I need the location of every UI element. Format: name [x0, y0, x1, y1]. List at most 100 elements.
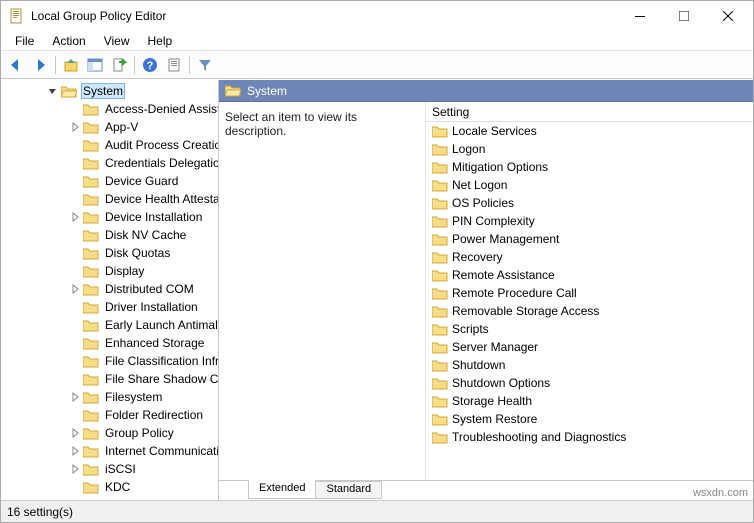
- folder-icon: [83, 481, 99, 494]
- help-button[interactable]: ?: [139, 54, 161, 76]
- folder-icon: [83, 157, 99, 170]
- tab-extended[interactable]: Extended: [248, 480, 316, 499]
- tree-node[interactable]: Device Installation: [1, 208, 219, 226]
- folder-icon: [432, 323, 448, 336]
- list-item-label: Recovery: [452, 250, 503, 264]
- list-item[interactable]: Server Manager: [426, 338, 753, 356]
- list-item[interactable]: Locale Services: [426, 122, 753, 140]
- tree-pane[interactable]: System Access-Denied AssistanceApp-VAudi…: [1, 80, 219, 500]
- tree-node[interactable]: Group Policy: [1, 424, 219, 442]
- list-item[interactable]: Removable Storage Access: [426, 302, 753, 320]
- list-item[interactable]: Shutdown Options: [426, 374, 753, 392]
- twisty-collapsed-icon[interactable]: [69, 211, 81, 223]
- twisty-collapsed-icon[interactable]: [69, 445, 81, 457]
- tree-node[interactable]: Display: [1, 262, 219, 280]
- tree-node[interactable]: Filesystem: [1, 388, 219, 406]
- description-text: Select an item to view its description.: [225, 110, 357, 138]
- tree-node-label: Enhanced Storage: [103, 335, 206, 351]
- tree-node[interactable]: Enhanced Storage: [1, 334, 219, 352]
- tree-node[interactable]: Driver Installation: [1, 298, 219, 316]
- tab-standard[interactable]: Standard: [315, 481, 382, 499]
- properties-button[interactable]: [163, 54, 185, 76]
- folder-icon: [83, 463, 99, 476]
- folder-icon: [432, 179, 448, 192]
- twisty-expanded-icon[interactable]: [47, 85, 59, 97]
- up-button[interactable]: [60, 54, 82, 76]
- tree-node-label: Early Launch Antimalware: [103, 317, 219, 333]
- tree-node[interactable]: Distributed COM: [1, 280, 219, 298]
- folder-open-icon: [61, 85, 77, 98]
- tree-node[interactable]: Early Launch Antimalware: [1, 316, 219, 334]
- list-item-label: Scripts: [452, 322, 489, 336]
- folder-icon: [432, 197, 448, 210]
- list-item[interactable]: Remote Procedure Call: [426, 284, 753, 302]
- tree-node[interactable]: Access-Denied Assistance: [1, 100, 219, 118]
- tree-node[interactable]: Device Health Attestation: [1, 190, 219, 208]
- menu-help[interactable]: Help: [140, 32, 181, 50]
- folder-icon: [432, 395, 448, 408]
- folder-icon: [432, 269, 448, 282]
- list-item[interactable]: PIN Complexity: [426, 212, 753, 230]
- show-hide-tree-button[interactable]: [84, 54, 106, 76]
- main-area: System Access-Denied AssistanceApp-VAudi…: [1, 79, 753, 500]
- list-item[interactable]: System Restore: [426, 410, 753, 428]
- tree-node-label: Audit Process Creation: [103, 137, 219, 153]
- tree-node[interactable]: File Share Shadow Copy: [1, 370, 219, 388]
- list-header[interactable]: Setting: [426, 102, 753, 122]
- list-scroll[interactable]: Locale Services Logon Mitigation OptionsNe…: [426, 122, 753, 480]
- export-button[interactable]: [108, 54, 130, 76]
- tree-node-label: Device Installation: [103, 209, 204, 225]
- menu-action[interactable]: Action: [44, 32, 93, 50]
- folder-icon: [83, 247, 99, 260]
- menu-file[interactable]: File: [7, 32, 42, 50]
- list-item[interactable]: Mitigation Options: [426, 158, 753, 176]
- tree-node-system[interactable]: System: [1, 82, 219, 100]
- folder-icon: [432, 161, 448, 174]
- list-item-label: Removable Storage Access: [452, 304, 599, 318]
- list-item[interactable]: Scripts: [426, 320, 753, 338]
- list-item-label: System Restore: [452, 412, 537, 426]
- twisty-collapsed-icon[interactable]: [69, 391, 81, 403]
- tree-node[interactable]: Internet Communication: [1, 442, 219, 460]
- list-item-label: Server Manager: [452, 340, 538, 354]
- forward-button[interactable]: [29, 54, 51, 76]
- tree-node[interactable]: Audit Process Creation: [1, 136, 219, 154]
- tree-node[interactable]: File Classification Infrastructure: [1, 352, 219, 370]
- folder-icon: [432, 377, 448, 390]
- list-item[interactable]: Troubleshooting and Diagnostics: [426, 428, 753, 446]
- tree-node[interactable]: Credentials Delegation: [1, 154, 219, 172]
- list-item[interactable]: OS Policies: [426, 194, 753, 212]
- menu-view[interactable]: View: [96, 32, 138, 50]
- minimize-button[interactable]: [627, 6, 653, 26]
- filter-button[interactable]: [194, 54, 216, 76]
- maximize-button[interactable]: [671, 6, 697, 26]
- tree-node[interactable]: App-V: [1, 118, 219, 136]
- twisty-collapsed-icon[interactable]: [69, 283, 81, 295]
- tree-node[interactable]: KDC: [1, 478, 219, 496]
- list-item[interactable]: Storage Health: [426, 392, 753, 410]
- list-item[interactable]: Shutdown: [426, 356, 753, 374]
- tree-node[interactable]: Disk Quotas: [1, 244, 219, 262]
- tree-node[interactable]: iSCSI: [1, 460, 219, 478]
- folder-open-icon: [225, 84, 241, 97]
- list-item[interactable]: Power Management: [426, 230, 753, 248]
- tree-node[interactable]: Disk NV Cache: [1, 226, 219, 244]
- twisty-collapsed-icon[interactable]: [69, 427, 81, 439]
- tree-node-label: KDC: [103, 479, 132, 495]
- twisty-collapsed-icon[interactable]: [69, 121, 81, 133]
- folder-icon: [83, 391, 99, 404]
- twisty-collapsed-icon[interactable]: [69, 463, 81, 475]
- back-button[interactable]: [5, 54, 27, 76]
- close-button[interactable]: [715, 6, 741, 26]
- list-item-label: Storage Health: [452, 394, 532, 408]
- list-item[interactable]: Net Logon: [426, 176, 753, 194]
- tree-node-label: File Classification Infrastructure: [103, 353, 219, 369]
- list-item[interactable]: Recovery: [426, 248, 753, 266]
- folder-icon: [83, 265, 99, 278]
- titlebar: Local Group Policy Editor: [1, 1, 753, 31]
- tree-node[interactable]: Device Guard: [1, 172, 219, 190]
- list-item[interactable]: Logon: [426, 140, 753, 158]
- list-item-label: Logon: [452, 142, 485, 156]
- list-item[interactable]: Remote Assistance: [426, 266, 753, 284]
- tree-node[interactable]: Folder Redirection: [1, 406, 219, 424]
